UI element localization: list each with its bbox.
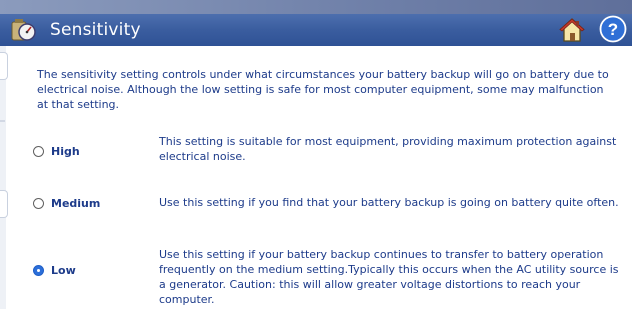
- radio-low[interactable]: [33, 265, 44, 276]
- option-medium[interactable]: Medium: [33, 197, 100, 210]
- page-title: Sensitivity: [50, 20, 141, 40]
- svg-text:?: ?: [608, 20, 618, 39]
- option-high[interactable]: High: [33, 145, 80, 158]
- title-bar: Sensitivity ?: [0, 14, 632, 46]
- option-label: Medium: [51, 197, 101, 210]
- top-strip: [0, 0, 632, 14]
- home-icon[interactable]: [559, 16, 585, 44]
- option-low[interactable]: Low: [33, 264, 76, 277]
- radio-medium[interactable]: [33, 198, 44, 209]
- battery-gauge-icon: [10, 17, 38, 43]
- intro-text: The sensitivity setting controls under w…: [37, 68, 609, 111]
- option-label: Low: [51, 264, 76, 277]
- option-description: This setting is suitable for most equipm…: [159, 135, 617, 163]
- option-description: Use this setting if your battery backup …: [159, 248, 619, 306]
- side-tab[interactable]: [0, 52, 8, 80]
- side-divider: [0, 120, 5, 122]
- left-sidebar-edge: [0, 46, 6, 309]
- radio-high[interactable]: [33, 146, 44, 157]
- help-icon[interactable]: ?: [599, 15, 627, 43]
- side-tab[interactable]: [0, 190, 8, 218]
- option-label: High: [51, 145, 80, 158]
- option-description: Use this setting if you find that your b…: [159, 196, 619, 209]
